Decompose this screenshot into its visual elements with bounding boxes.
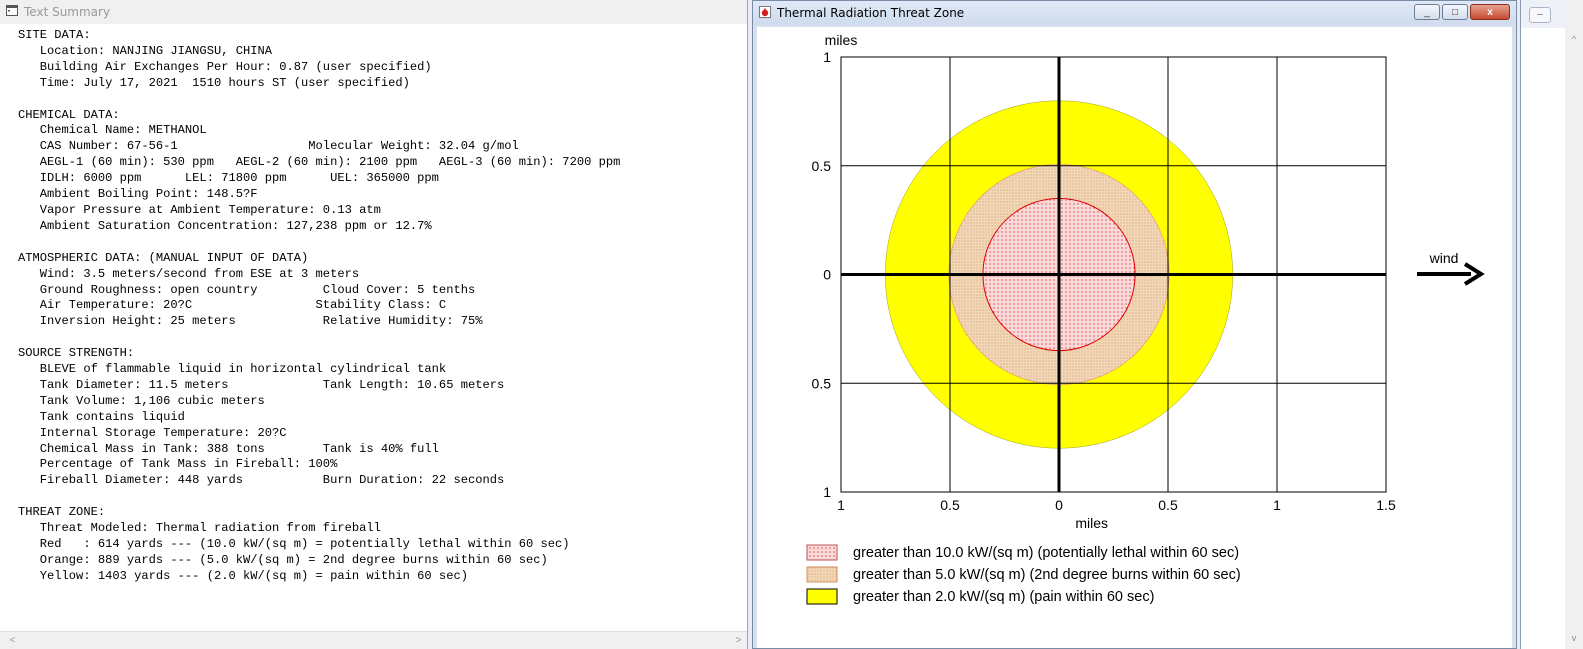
- x-axis-label: miles: [1075, 515, 1108, 531]
- y-tick-label: 0: [823, 267, 831, 283]
- summary-line: Building Air Exchanges Per Hour: 0.87 (u…: [18, 59, 432, 74]
- summary-line: Vapor Pressure at Ambient Temperature: 0…: [18, 202, 381, 217]
- summary-line: Red : 614 yards --- (10.0 kW/(sq m) = po…: [18, 537, 570, 551]
- summary-line: Chemical Name: METHANOL: [18, 123, 207, 138]
- summary-line: Tank contains liquid: [18, 409, 185, 424]
- document-icon: [6, 5, 18, 19]
- background-window: – ^ v: [1520, 0, 1583, 649]
- y-axis-label: miles: [825, 32, 858, 48]
- summary-line: SITE DATA:: [18, 28, 91, 42]
- threat-zone-titlebar[interactable]: Thermal Radiation Threat Zone: [753, 1, 1516, 25]
- summary-line: Threat Modeled: Thermal radiation from f…: [18, 521, 381, 536]
- legend-swatch-orange: [806, 566, 838, 583]
- x-tick-label: 1: [837, 497, 845, 513]
- summary-line: Inversion Height: 25 meters Relative Hum…: [18, 314, 483, 329]
- y-tick-label: 1: [823, 49, 831, 65]
- summary-line: Tank Diameter: 11.5 meters Tank Length: …: [18, 377, 505, 392]
- x-tick-label: 1.5: [1376, 497, 1396, 513]
- minimize-button[interactable]: _: [1414, 4, 1440, 20]
- summary-line: [18, 235, 747, 251]
- scroll-right-icon[interactable]: >: [730, 632, 747, 649]
- y-tick-label: 1: [823, 484, 831, 500]
- legend-swatch-red: [806, 544, 838, 561]
- legend-swatch-yellow: [806, 588, 838, 605]
- wind-label: wind: [1429, 250, 1459, 266]
- summary-line: [18, 330, 747, 346]
- summary-line: Percentage of Tank Mass in Fireball: 100…: [18, 457, 338, 472]
- summary-line: BLEVE of flammable liquid in horizontal …: [18, 362, 447, 377]
- summary-line: Location: NANJING JIANGSU, CHINA: [18, 43, 273, 58]
- summary-line: Orange: 889 yards --- (5.0 kW/(sq m) = 2…: [18, 552, 548, 567]
- x-tick-label: 0.5: [940, 497, 960, 513]
- summary-line: SOURCE STRENGTH:: [18, 346, 135, 361]
- summary-line: Internal Storage Temperature: 20?C: [18, 425, 287, 440]
- summary-line: Ambient Boiling Point: 148.5?F: [18, 187, 258, 202]
- summary-line: IDLH: 6000 ppm LEL: 71800 ppm UEL: 36500…: [18, 171, 439, 186]
- summary-line: Chemical Mass in Tank: 388 tons Tank is …: [18, 441, 439, 456]
- text-summary-title: Text Summary: [24, 5, 111, 19]
- summary-line: [18, 92, 747, 108]
- summary-line: Ground Roughness: open country Cloud Cov…: [18, 282, 476, 297]
- summary-line: Tank Volume: 1,106 cubic meters: [18, 393, 265, 408]
- text-summary-content: SITE DATA: Location: NANJING JIANGSU, CH…: [0, 26, 747, 631]
- flame-icon: [759, 5, 771, 21]
- summary-line: CHEMICAL DATA:: [18, 107, 120, 122]
- scroll-down-icon[interactable]: v: [1565, 633, 1583, 643]
- summary-line: CAS Number: 67-56-1 Molecular Weight: 32…: [18, 139, 519, 154]
- horizontal-scrollbar[interactable]: < >: [0, 631, 747, 649]
- y-tick-label: 0.5: [812, 158, 832, 174]
- summary-line: ATMOSPHERIC DATA: (MANUAL INPUT OF DATA): [18, 250, 309, 265]
- legend-label-orange: greater than 5.0 kW/(sq m) (2nd degree b…: [853, 567, 1241, 583]
- summary-line: Air Temperature: 20?C Stability Class: C: [18, 298, 447, 313]
- summary-line: Ambient Saturation Concentration: 127,23…: [18, 218, 432, 233]
- x-tick-label: 0: [1055, 497, 1063, 513]
- summary-line: THREAT ZONE:: [18, 505, 106, 520]
- vertical-scrollbar[interactable]: ^ v: [1565, 0, 1583, 649]
- summary-line: Wind: 3.5 meters/second from ESE at 3 me…: [18, 266, 360, 281]
- legend-label-yellow: greater than 2.0 kW/(sq m) (pain within …: [853, 589, 1154, 605]
- legend-label-red: greater than 10.0 kW/(sq m) (potentially…: [853, 545, 1239, 561]
- y-tick-label: 0.5: [812, 375, 832, 391]
- threat-zone-chart: 1 0.5 0 0.5 1 1.510.500.51milesmileswindgreat…: [806, 32, 1485, 605]
- summary-line: Time: July 17, 2021 1510 hours ST (user …: [18, 75, 410, 90]
- summary-line: Yellow: 1403 yards --- (2.0 kW/(sq m) = …: [18, 568, 468, 583]
- background-window-minimize-button[interactable]: –: [1529, 7, 1551, 23]
- summary-line: Fireball Diameter: 448 yards Burn Durati…: [18, 473, 505, 488]
- scroll-up-icon[interactable]: ^: [1565, 34, 1583, 44]
- maximize-button[interactable]: □: [1442, 4, 1468, 20]
- text-summary-window: Text Summary SITE DATA: Location: NANJIN…: [0, 0, 748, 649]
- x-tick-label: 1: [1273, 497, 1281, 513]
- summary-line: [18, 489, 747, 505]
- text-summary-titlebar[interactable]: Text Summary: [0, 0, 747, 24]
- scroll-left-icon[interactable]: <: [4, 632, 21, 649]
- threat-zone-plot-area: 1 0.5 0 0.5 1 1.5 1 0.5 0 0.5 1 miles miles wind great…: [757, 27, 1512, 648]
- close-button[interactable]: x: [1470, 4, 1510, 20]
- summary-line: AEGL-1 (60 min): 530 ppm AEGL-2 (60 min)…: [18, 155, 621, 170]
- threat-zone-title: Thermal Radiation Threat Zone: [777, 6, 965, 20]
- x-tick-label: 0.5: [1158, 497, 1178, 513]
- threat-zone-window: Thermal Radiation Threat Zone _ □ x 1 0.5…: [752, 0, 1517, 649]
